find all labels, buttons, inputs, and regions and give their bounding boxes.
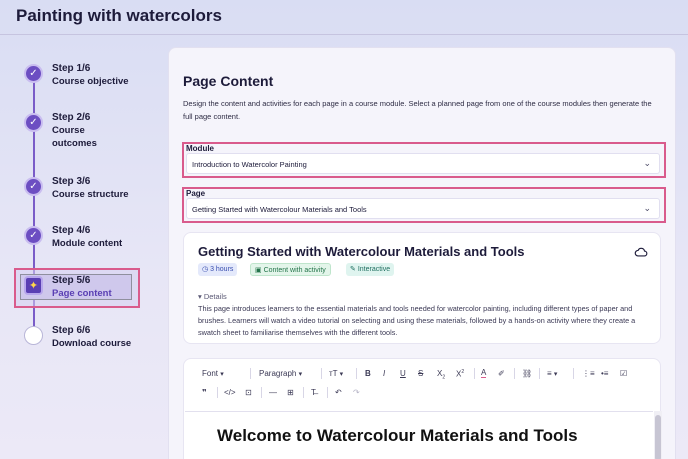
editor-heading: Welcome to Watercolour Materials and Too…	[217, 426, 578, 445]
code-icon[interactable]: </>	[224, 388, 236, 397]
interactive-badge: ✎ Interactive	[346, 263, 395, 276]
duration-text: 3 hours	[210, 266, 234, 273]
bullet-list-icon[interactable]: •≡	[601, 369, 608, 378]
clear-format-icon[interactable]: T̶	[311, 388, 316, 397]
quote-icon[interactable]: ❞	[202, 388, 207, 397]
step-label: Course objective	[52, 76, 129, 87]
font-dropdown[interactable]: Font ▾	[202, 369, 224, 378]
page-select-value: Getting Started with Watercolour Materia…	[192, 205, 367, 214]
header-divider	[0, 34, 688, 35]
italic-icon[interactable]: I	[383, 369, 385, 378]
editor-scrollbar[interactable]	[654, 411, 662, 459]
activity-icon: ▣	[255, 267, 264, 274]
step-number: Step 6/6	[52, 325, 91, 336]
sparkle-icon: ✦	[24, 276, 43, 295]
page-field-highlight: Page Getting Started with Watercolour Ma…	[182, 187, 666, 223]
details-toggle[interactable]: ▾ Details	[198, 292, 227, 301]
duration-badge: ◷ 3 hours	[198, 263, 238, 276]
cloud-icon[interactable]	[634, 245, 648, 259]
superscript-icon[interactable]: X2	[456, 369, 464, 379]
check-icon: ✓	[24, 226, 43, 245]
app-title: Painting with watercolors	[16, 6, 222, 25]
paragraph-dropdown[interactable]: Paragraph ▾	[259, 369, 302, 378]
rich-text-editor: Font ▾ Paragraph ▾ ᴛT ▾ B I U S X2 X2 A …	[183, 358, 662, 459]
page-title: Page Content	[183, 73, 274, 89]
step-label: Module content	[52, 238, 123, 249]
step-number: Step 1/6	[52, 63, 91, 74]
details-text: This page introduces learners to the ess…	[198, 304, 636, 337]
align-dropdown[interactable]: ≡ ▾	[547, 369, 557, 378]
step-label: Download course	[52, 338, 132, 349]
link-icon[interactable]: ⛓	[522, 369, 532, 378]
redo-icon[interactable]: ↷	[353, 388, 360, 397]
step-label: Course structure	[52, 189, 129, 200]
activity-text: Content with activity	[263, 267, 326, 274]
table-icon[interactable]: ⊞	[287, 388, 294, 397]
scrollbar-thumb[interactable]	[655, 415, 661, 459]
module-select-value: Introduction to Watercolor Painting	[192, 160, 307, 169]
module-label: Module	[186, 144, 214, 153]
check-icon: ✓	[24, 177, 43, 196]
editor-content-area[interactable]: Welcome to Watercolour Materials and Too…	[185, 411, 653, 459]
activity-badge: ▣ Content with activity	[250, 263, 331, 276]
edit-icon: ✎	[350, 266, 358, 273]
interactive-text: Interactive	[357, 266, 391, 273]
step-number: Step 4/6	[52, 225, 91, 236]
check-icon: ✓	[24, 113, 43, 132]
checklist-icon[interactable]: ☑	[620, 369, 627, 378]
page-label: Page	[186, 189, 206, 198]
text-size-dropdown[interactable]: ᴛT ▾	[329, 369, 343, 378]
underline-icon[interactable]: U	[400, 369, 406, 378]
page-summary-card: Getting Started with Watercolour Materia…	[183, 232, 661, 344]
step-number: Step 5/6	[52, 275, 91, 286]
check-icon: ✓	[24, 64, 43, 83]
page-description: Design the content and activities for ea…	[183, 99, 652, 121]
subscript-icon[interactable]: X2	[437, 369, 445, 381]
page-select[interactable]: Getting Started with Watercolour Materia…	[186, 198, 660, 219]
text-color-icon[interactable]: A	[481, 368, 487, 378]
step-label: Page content	[52, 288, 112, 299]
page-content-panel: Page Content Design the content and acti…	[168, 47, 676, 459]
step-navigator: ✓ Step 1/6 Course objective ✓ Step 2/6 C…	[0, 50, 160, 459]
strikethrough-icon[interactable]: S	[418, 369, 423, 378]
module-field-highlight: Module Introduction to Watercolor Painti…	[182, 142, 666, 178]
clock-icon: ◷	[202, 266, 211, 273]
undo-icon[interactable]: ↶	[335, 388, 342, 397]
highlighter-icon[interactable]: ✐	[498, 369, 505, 378]
empty-circle-icon	[24, 326, 43, 345]
numbered-list-icon[interactable]: ⋮≡	[582, 369, 595, 378]
bold-icon[interactable]: B	[365, 369, 371, 378]
horizontal-rule-icon[interactable]: —	[269, 388, 277, 397]
chevron-down-icon: ⌄	[643, 158, 651, 168]
step-number: Step 3/6	[52, 176, 91, 187]
module-select[interactable]: Introduction to Watercolor Painting ⌄	[186, 153, 660, 174]
code-block-icon[interactable]: ⊡	[245, 388, 252, 397]
step-number: Step 2/6	[52, 112, 91, 123]
page-card-title: Getting Started with Watercolour Materia…	[198, 244, 525, 259]
chevron-down-icon: ⌄	[643, 203, 651, 213]
step-label: Course outcomes	[52, 125, 97, 149]
